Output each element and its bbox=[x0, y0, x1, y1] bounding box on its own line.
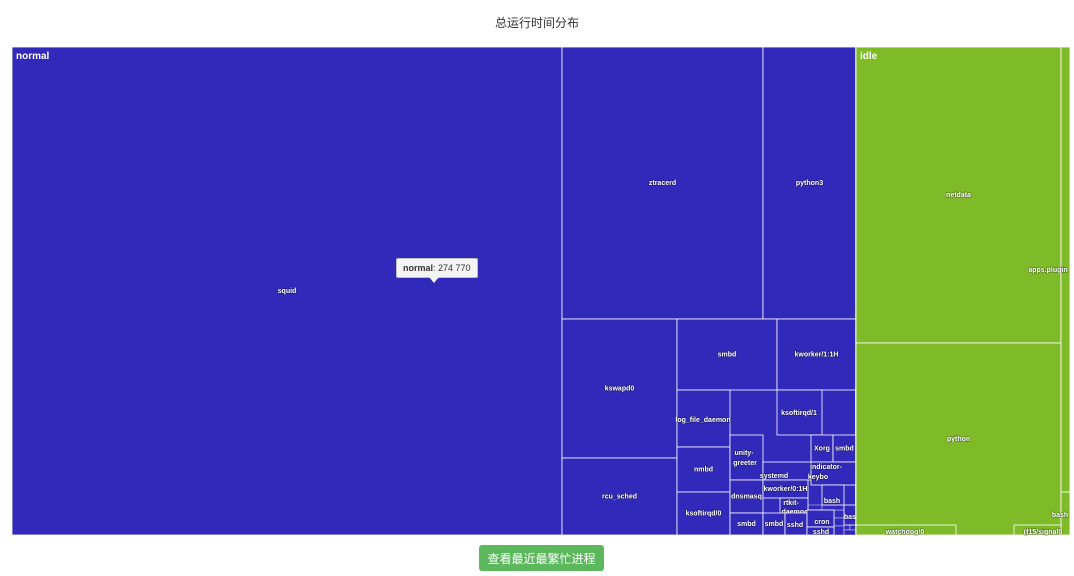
treemap-cell-label: keybo bbox=[808, 474, 828, 481]
treemap-cell-label: smbd bbox=[835, 445, 854, 452]
treemap-group-label-normal: normal bbox=[16, 51, 50, 62]
treemap-cell-label: cron bbox=[814, 519, 829, 526]
treemap-cell-label: (f15/signal0 bbox=[1024, 529, 1063, 536]
treemap-cell-label: indicator- bbox=[810, 464, 843, 471]
treemap-cell-label: apps.plugin bbox=[1028, 267, 1067, 274]
treemap-cell[interactable] bbox=[729, 434, 764, 481]
tooltip-name: normal bbox=[403, 263, 434, 273]
treemap-cell-label: kworker/0:1H bbox=[764, 486, 808, 493]
treemap-cell-label: rtkit- bbox=[783, 500, 799, 507]
treemap-cell-minor[interactable] bbox=[821, 504, 845, 511]
treemap-cell-label: watchdog/0 bbox=[885, 529, 925, 536]
treemap-cell-label: Xorg bbox=[814, 445, 830, 452]
treemap-chart[interactable]: squidztracerd python3kswapd0rcu_schedsmbd… bbox=[0, 0, 1074, 545]
treemap-cell-label: systemd bbox=[760, 473, 788, 480]
treemap-cell-label: kworker/1:1H bbox=[795, 351, 839, 358]
treemap-cell-label: kswapd0 bbox=[605, 385, 635, 392]
treemap-cell-minor[interactable] bbox=[849, 524, 857, 531]
treemap-cell-label: ksoftirqd/0 bbox=[686, 510, 722, 517]
treemap-cell-label: python3 bbox=[796, 180, 823, 187]
treemap-cell-label: dnsmasq bbox=[731, 493, 762, 500]
treemap-cell-label: smbd bbox=[718, 351, 737, 358]
chart-tooltip: normal: 274 770 bbox=[396, 258, 478, 283]
treemap-group-label-idle: idle bbox=[860, 51, 878, 62]
treemap-cell-label: smbd bbox=[737, 521, 756, 528]
treemap-cell-label: bash bbox=[824, 498, 840, 505]
treemap-cell-label: nmbd bbox=[694, 466, 713, 473]
treemap-cell-minor[interactable] bbox=[833, 509, 845, 519]
tooltip-arrow bbox=[429, 277, 439, 283]
treemap-cell-minor[interactable] bbox=[807, 504, 823, 511]
treemap-cell-label: sshd bbox=[787, 522, 803, 529]
treemap-cell-label: ksoftirqd/1 bbox=[781, 410, 817, 417]
treemap-cell-label: ztracerd bbox=[649, 180, 676, 187]
treemap-cell-minor[interactable] bbox=[843, 524, 851, 531]
treemap-cell-label: log_file_daemon bbox=[675, 417, 730, 424]
treemap-cell-label: rcu_sched bbox=[602, 493, 637, 500]
treemap-cell-label: squid bbox=[278, 288, 297, 295]
treemap-cell-label: netdata bbox=[946, 192, 971, 199]
treemap-cell-minor[interactable] bbox=[843, 529, 857, 536]
treemap-cell-label: sshd bbox=[813, 529, 829, 536]
treemap-cell-label: unity- bbox=[734, 450, 754, 457]
treemap-cell-minor[interactable] bbox=[833, 517, 845, 527]
treemap-cell-label: greeter bbox=[733, 460, 757, 467]
treemap-cell-minor[interactable] bbox=[833, 525, 845, 536]
treemap-cell-label: python bbox=[947, 436, 970, 443]
tooltip-value: 274 770 bbox=[438, 263, 471, 273]
treemap-cell-label: smbd bbox=[765, 521, 784, 528]
view-busiest-processes-button[interactable]: 查看最近最繁忙进程 bbox=[479, 545, 604, 571]
treemap-cell-label: bash bbox=[1052, 512, 1068, 519]
